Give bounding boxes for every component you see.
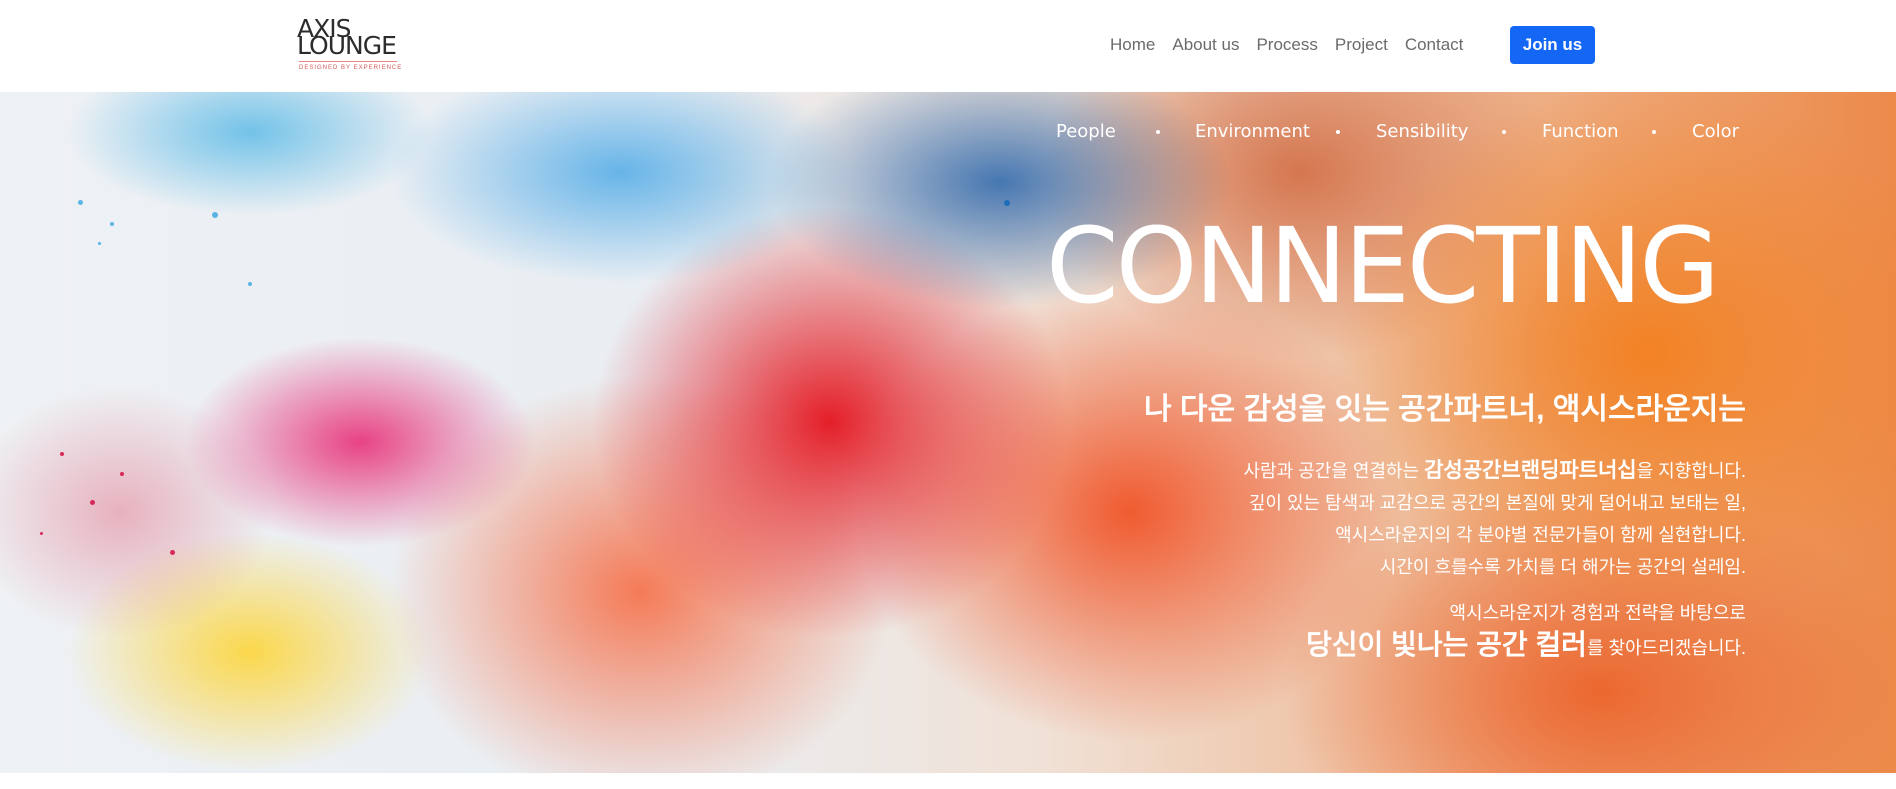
- keyword-environment: Environment: [1195, 121, 1310, 142]
- description-highlight: 당신이 빛나는 공간 컬러: [1306, 629, 1587, 660]
- hero-description: 사람과 공간을 연결하는 감성공간브랜딩파트너십을 지향합니다. 깊이 있는 탐…: [1243, 455, 1746, 664]
- keyword-people: People: [1056, 121, 1116, 142]
- keyword-separator: [1336, 130, 1340, 134]
- hero-title: CONNECTING: [1046, 204, 1720, 327]
- axis-lounge-logo[interactable]: AXIS LOUNGE DESIGNED BY EXPERIENCE: [297, 16, 403, 74]
- nav-about-us[interactable]: About us: [1172, 33, 1239, 57]
- keyword-sensibility: Sensibility: [1376, 121, 1469, 142]
- description-line-3: 액시스라운지의 각 분야별 전문가들이 함께 실현합니다.: [1335, 525, 1746, 545]
- description-text: 사람과 공간을 연결하는: [1243, 461, 1425, 481]
- keyword-color: Color: [1692, 121, 1739, 142]
- description-text: 를 찾아드리겠습니다.: [1586, 638, 1746, 658]
- hero-subtitle: 나 다운 감성을 잇는 공간파트너, 액시스라운지는: [1143, 393, 1746, 426]
- logo-wordmark-lounge: LOUNGE: [297, 31, 397, 60]
- description-line-4: 시간이 흐를수록 가치를 더 해가는 공간의 설레임.: [1379, 557, 1746, 577]
- keyword-separator: [1156, 130, 1160, 134]
- keyword-separator: [1502, 130, 1506, 134]
- description-line-1: 사람과 공간을 연결하는 감성공간브랜딩파트너십을 지향합니다.: [1243, 455, 1746, 487]
- keyword-separator: [1652, 130, 1656, 134]
- description-line-6: 당신이 빛나는 공간 컬러를 찾아드리겠습니다.: [1243, 629, 1746, 664]
- description-line-5: 액시스라운지가 경험과 전략을 바탕으로: [1449, 603, 1746, 623]
- hero-banner: People Environment Sensibility Function …: [0, 92, 1896, 773]
- nav-home[interactable]: Home: [1110, 33, 1155, 57]
- nav-project[interactable]: Project: [1335, 33, 1388, 57]
- description-text: 을 지향합니다.: [1636, 461, 1746, 481]
- logo-tagline: DESIGNED BY EXPERIENCE: [299, 65, 403, 71]
- nav-process[interactable]: Process: [1256, 33, 1317, 57]
- description-highlight: 감성공간브랜딩파트너십: [1424, 459, 1637, 482]
- hero-keyword-list: People Environment Sensibility Function …: [1056, 120, 1742, 144]
- site-header: AXIS LOUNGE DESIGNED BY EXPERIENCE Home …: [0, 0, 1896, 92]
- nav-contact[interactable]: Contact: [1405, 33, 1464, 57]
- join-us-button[interactable]: Join us: [1510, 26, 1595, 64]
- logo-divider: [299, 61, 397, 62]
- main-nav: Home About us Process Project Contact: [1110, 33, 1480, 57]
- description-line-2: 깊이 있는 탐색과 교감으로 공간의 본질에 맞게 덜어내고 보태는 일,: [1248, 493, 1746, 513]
- keyword-function: Function: [1542, 121, 1619, 142]
